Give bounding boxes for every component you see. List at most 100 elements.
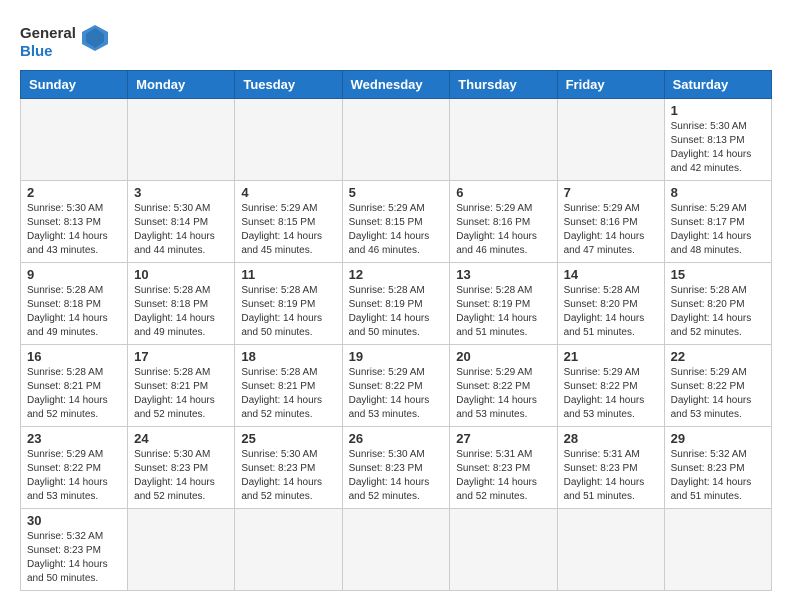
calendar-cell: 16Sunrise: 5:28 AM Sunset: 8:21 PM Dayli… bbox=[21, 345, 128, 427]
day-number: 12 bbox=[349, 267, 444, 282]
day-info: Sunrise: 5:30 AM Sunset: 8:14 PM Dayligh… bbox=[134, 202, 228, 258]
calendar-cell: 22 Sunrise: 5:29 AM Sunset: 8:22 PM Dayli… bbox=[664, 345, 771, 427]
day-info: Sunrise: 5:29 AM Sunset: 8:16 PM Dayligh… bbox=[564, 202, 658, 258]
calendar-cell bbox=[342, 99, 450, 181]
day-info: Sunrise: 5:29 AM Sunset: 8:15 PM Dayligh… bbox=[241, 202, 335, 258]
day-info: Sunrise: 5:30 AM Sunset: 8:13 PM Dayligh… bbox=[671, 120, 765, 176]
calendar-cell: 2 Sunrise: 5:30 AM Sunset: 8:13 PM Daylig… bbox=[21, 181, 128, 263]
day-number: 28 bbox=[564, 431, 658, 446]
day-number: 1 bbox=[671, 103, 765, 118]
col-header-saturday: Saturday bbox=[664, 71, 771, 99]
day-info: Sunrise: 5:29 AM Sunset: 8:22 PM Dayligh… bbox=[27, 448, 121, 504]
day-number: 24 bbox=[134, 431, 228, 446]
day-info: Sunrise: 5:29 AM Sunset: 8:17 PM Dayligh… bbox=[671, 202, 765, 258]
day-info: Sunrise: 5:28 AM Sunset: 8:19 PM Dayligh… bbox=[456, 284, 550, 340]
day-info: Sunrise: 5:30 AM Sunset: 8:13 PM Dayligh… bbox=[27, 202, 121, 258]
day-number: 5 bbox=[349, 185, 444, 200]
day-number: 29 bbox=[671, 431, 765, 446]
calendar-header-row: SundayMondayTuesdayWednesdayThursdayFrid… bbox=[21, 71, 772, 99]
day-info: Sunrise: 5:31 AM Sunset: 8:23 PM Dayligh… bbox=[456, 448, 550, 504]
calendar-cell: 9 Sunrise: 5:28 AM Sunset: 8:18 PM Daylig… bbox=[21, 263, 128, 345]
calendar-cell bbox=[664, 509, 771, 591]
day-info: Sunrise: 5:29 AM Sunset: 8:16 PM Dayligh… bbox=[456, 202, 550, 258]
col-header-friday: Friday bbox=[557, 71, 664, 99]
calendar-cell bbox=[342, 509, 450, 591]
day-info: Sunrise: 5:31 AM Sunset: 8:23 PM Dayligh… bbox=[564, 448, 658, 504]
day-info: Sunrise: 5:29 AM Sunset: 8:15 PM Dayligh… bbox=[349, 202, 444, 258]
day-info: Sunrise: 5:28 AM Sunset: 8:18 PM Dayligh… bbox=[27, 284, 121, 340]
calendar-cell: 8 Sunrise: 5:29 AM Sunset: 8:17 PM Daylig… bbox=[664, 181, 771, 263]
calendar-cell bbox=[21, 99, 128, 181]
calendar-cell: 4 Sunrise: 5:29 AM Sunset: 8:15 PM Daylig… bbox=[235, 181, 342, 263]
day-info: Sunrise: 5:29 AM Sunset: 8:22 PM Dayligh… bbox=[564, 366, 658, 422]
calendar-cell: 14 Sunrise: 5:28 AM Sunset: 8:20 PM Dayli… bbox=[557, 263, 664, 345]
day-info: Sunrise: 5:28 AM Sunset: 8:20 PM Dayligh… bbox=[671, 284, 765, 340]
calendar-cell: 11Sunrise: 5:28 AM Sunset: 8:19 PM Dayli… bbox=[235, 263, 342, 345]
calendar-cell bbox=[450, 509, 557, 591]
calendar-cell: 25 Sunrise: 5:30 AM Sunset: 8:23 PM Dayli… bbox=[235, 427, 342, 509]
calendar-cell: 23 Sunrise: 5:29 AM Sunset: 8:22 PM Dayli… bbox=[21, 427, 128, 509]
day-info: Sunrise: 5:30 AM Sunset: 8:23 PM Dayligh… bbox=[349, 448, 444, 504]
day-info: Sunrise: 5:30 AM Sunset: 8:23 PM Dayligh… bbox=[134, 448, 228, 504]
calendar-cell: 5 Sunrise: 5:29 AM Sunset: 8:15 PM Daylig… bbox=[342, 181, 450, 263]
day-number: 3 bbox=[134, 185, 228, 200]
col-header-tuesday: Tuesday bbox=[235, 71, 342, 99]
calendar-table: SundayMondayTuesdayWednesdayThursdayFrid… bbox=[20, 70, 772, 591]
day-number: 23 bbox=[27, 431, 121, 446]
col-header-sunday: Sunday bbox=[21, 71, 128, 99]
calendar-cell bbox=[235, 509, 342, 591]
day-info: Sunrise: 5:29 AM Sunset: 8:22 PM Dayligh… bbox=[349, 366, 444, 422]
day-info: Sunrise: 5:28 AM Sunset: 8:20 PM Dayligh… bbox=[564, 284, 658, 340]
day-number: 14 bbox=[564, 267, 658, 282]
calendar-cell bbox=[557, 509, 664, 591]
calendar-cell bbox=[557, 99, 664, 181]
svg-text:General: General bbox=[20, 25, 76, 42]
calendar-cell bbox=[128, 99, 235, 181]
calendar-cell: 30 Sunrise: 5:32 AM Sunset: 8:23 PM Dayli… bbox=[21, 509, 128, 591]
calendar-cell: 29 Sunrise: 5:32 AM Sunset: 8:23 PM Dayli… bbox=[664, 427, 771, 509]
day-info: Sunrise: 5:30 AM Sunset: 8:23 PM Dayligh… bbox=[241, 448, 335, 504]
day-info: Sunrise: 5:28 AM Sunset: 8:18 PM Dayligh… bbox=[134, 284, 228, 340]
calendar-cell bbox=[235, 99, 342, 181]
day-number: 27 bbox=[456, 431, 550, 446]
day-number: 2 bbox=[27, 185, 121, 200]
day-number: 7 bbox=[564, 185, 658, 200]
calendar-cell: 7 Sunrise: 5:29 AM Sunset: 8:16 PM Daylig… bbox=[557, 181, 664, 263]
calendar-cell: 28 Sunrise: 5:31 AM Sunset: 8:23 PM Dayli… bbox=[557, 427, 664, 509]
day-number: 25 bbox=[241, 431, 335, 446]
calendar-cell: 21Sunrise: 5:29 AM Sunset: 8:22 PM Dayli… bbox=[557, 345, 664, 427]
day-number: 18 bbox=[241, 349, 335, 364]
calendar-cell: 27 Sunrise: 5:31 AM Sunset: 8:23 PM Dayli… bbox=[450, 427, 557, 509]
calendar-cell: 3 Sunrise: 5:30 AM Sunset: 8:14 PM Daylig… bbox=[128, 181, 235, 263]
calendar-cell: 13Sunrise: 5:28 AM Sunset: 8:19 PM Dayli… bbox=[450, 263, 557, 345]
calendar-cell: 18 Sunrise: 5:28 AM Sunset: 8:21 PM Dayli… bbox=[235, 345, 342, 427]
day-number: 17 bbox=[134, 349, 228, 364]
day-info: Sunrise: 5:29 AM Sunset: 8:22 PM Dayligh… bbox=[456, 366, 550, 422]
calendar-cell: 1 Sunrise: 5:30 AM Sunset: 8:13 PM Daylig… bbox=[664, 99, 771, 181]
day-number: 4 bbox=[241, 185, 335, 200]
col-header-monday: Monday bbox=[128, 71, 235, 99]
day-number: 30 bbox=[27, 513, 121, 528]
day-number: 10 bbox=[134, 267, 228, 282]
svg-text:Blue: Blue bbox=[20, 43, 53, 60]
day-info: Sunrise: 5:28 AM Sunset: 8:19 PM Dayligh… bbox=[241, 284, 335, 340]
day-number: 26 bbox=[349, 431, 444, 446]
day-info: Sunrise: 5:32 AM Sunset: 8:23 PM Dayligh… bbox=[27, 530, 121, 586]
day-info: Sunrise: 5:28 AM Sunset: 8:21 PM Dayligh… bbox=[241, 366, 335, 422]
calendar-cell: 26 Sunrise: 5:30 AM Sunset: 8:23 PM Dayli… bbox=[342, 427, 450, 509]
day-number: 6 bbox=[456, 185, 550, 200]
col-header-thursday: Thursday bbox=[450, 71, 557, 99]
day-number: 8 bbox=[671, 185, 765, 200]
day-info: Sunrise: 5:32 AM Sunset: 8:23 PM Dayligh… bbox=[671, 448, 765, 504]
day-number: 9 bbox=[27, 267, 121, 282]
calendar-cell: 6 Sunrise: 5:29 AM Sunset: 8:16 PM Daylig… bbox=[450, 181, 557, 263]
day-info: Sunrise: 5:29 AM Sunset: 8:22 PM Dayligh… bbox=[671, 366, 765, 422]
day-number: 19 bbox=[349, 349, 444, 364]
day-number: 22 bbox=[671, 349, 765, 364]
day-number: 15 bbox=[671, 267, 765, 282]
calendar-cell: 20Sunrise: 5:29 AM Sunset: 8:22 PM Dayli… bbox=[450, 345, 557, 427]
calendar-cell bbox=[128, 509, 235, 591]
day-info: Sunrise: 5:28 AM Sunset: 8:21 PM Dayligh… bbox=[134, 366, 228, 422]
calendar-cell: 10 Sunrise: 5:28 AM Sunset: 8:18 PM Dayli… bbox=[128, 263, 235, 345]
day-info: Sunrise: 5:28 AM Sunset: 8:19 PM Dayligh… bbox=[349, 284, 444, 340]
